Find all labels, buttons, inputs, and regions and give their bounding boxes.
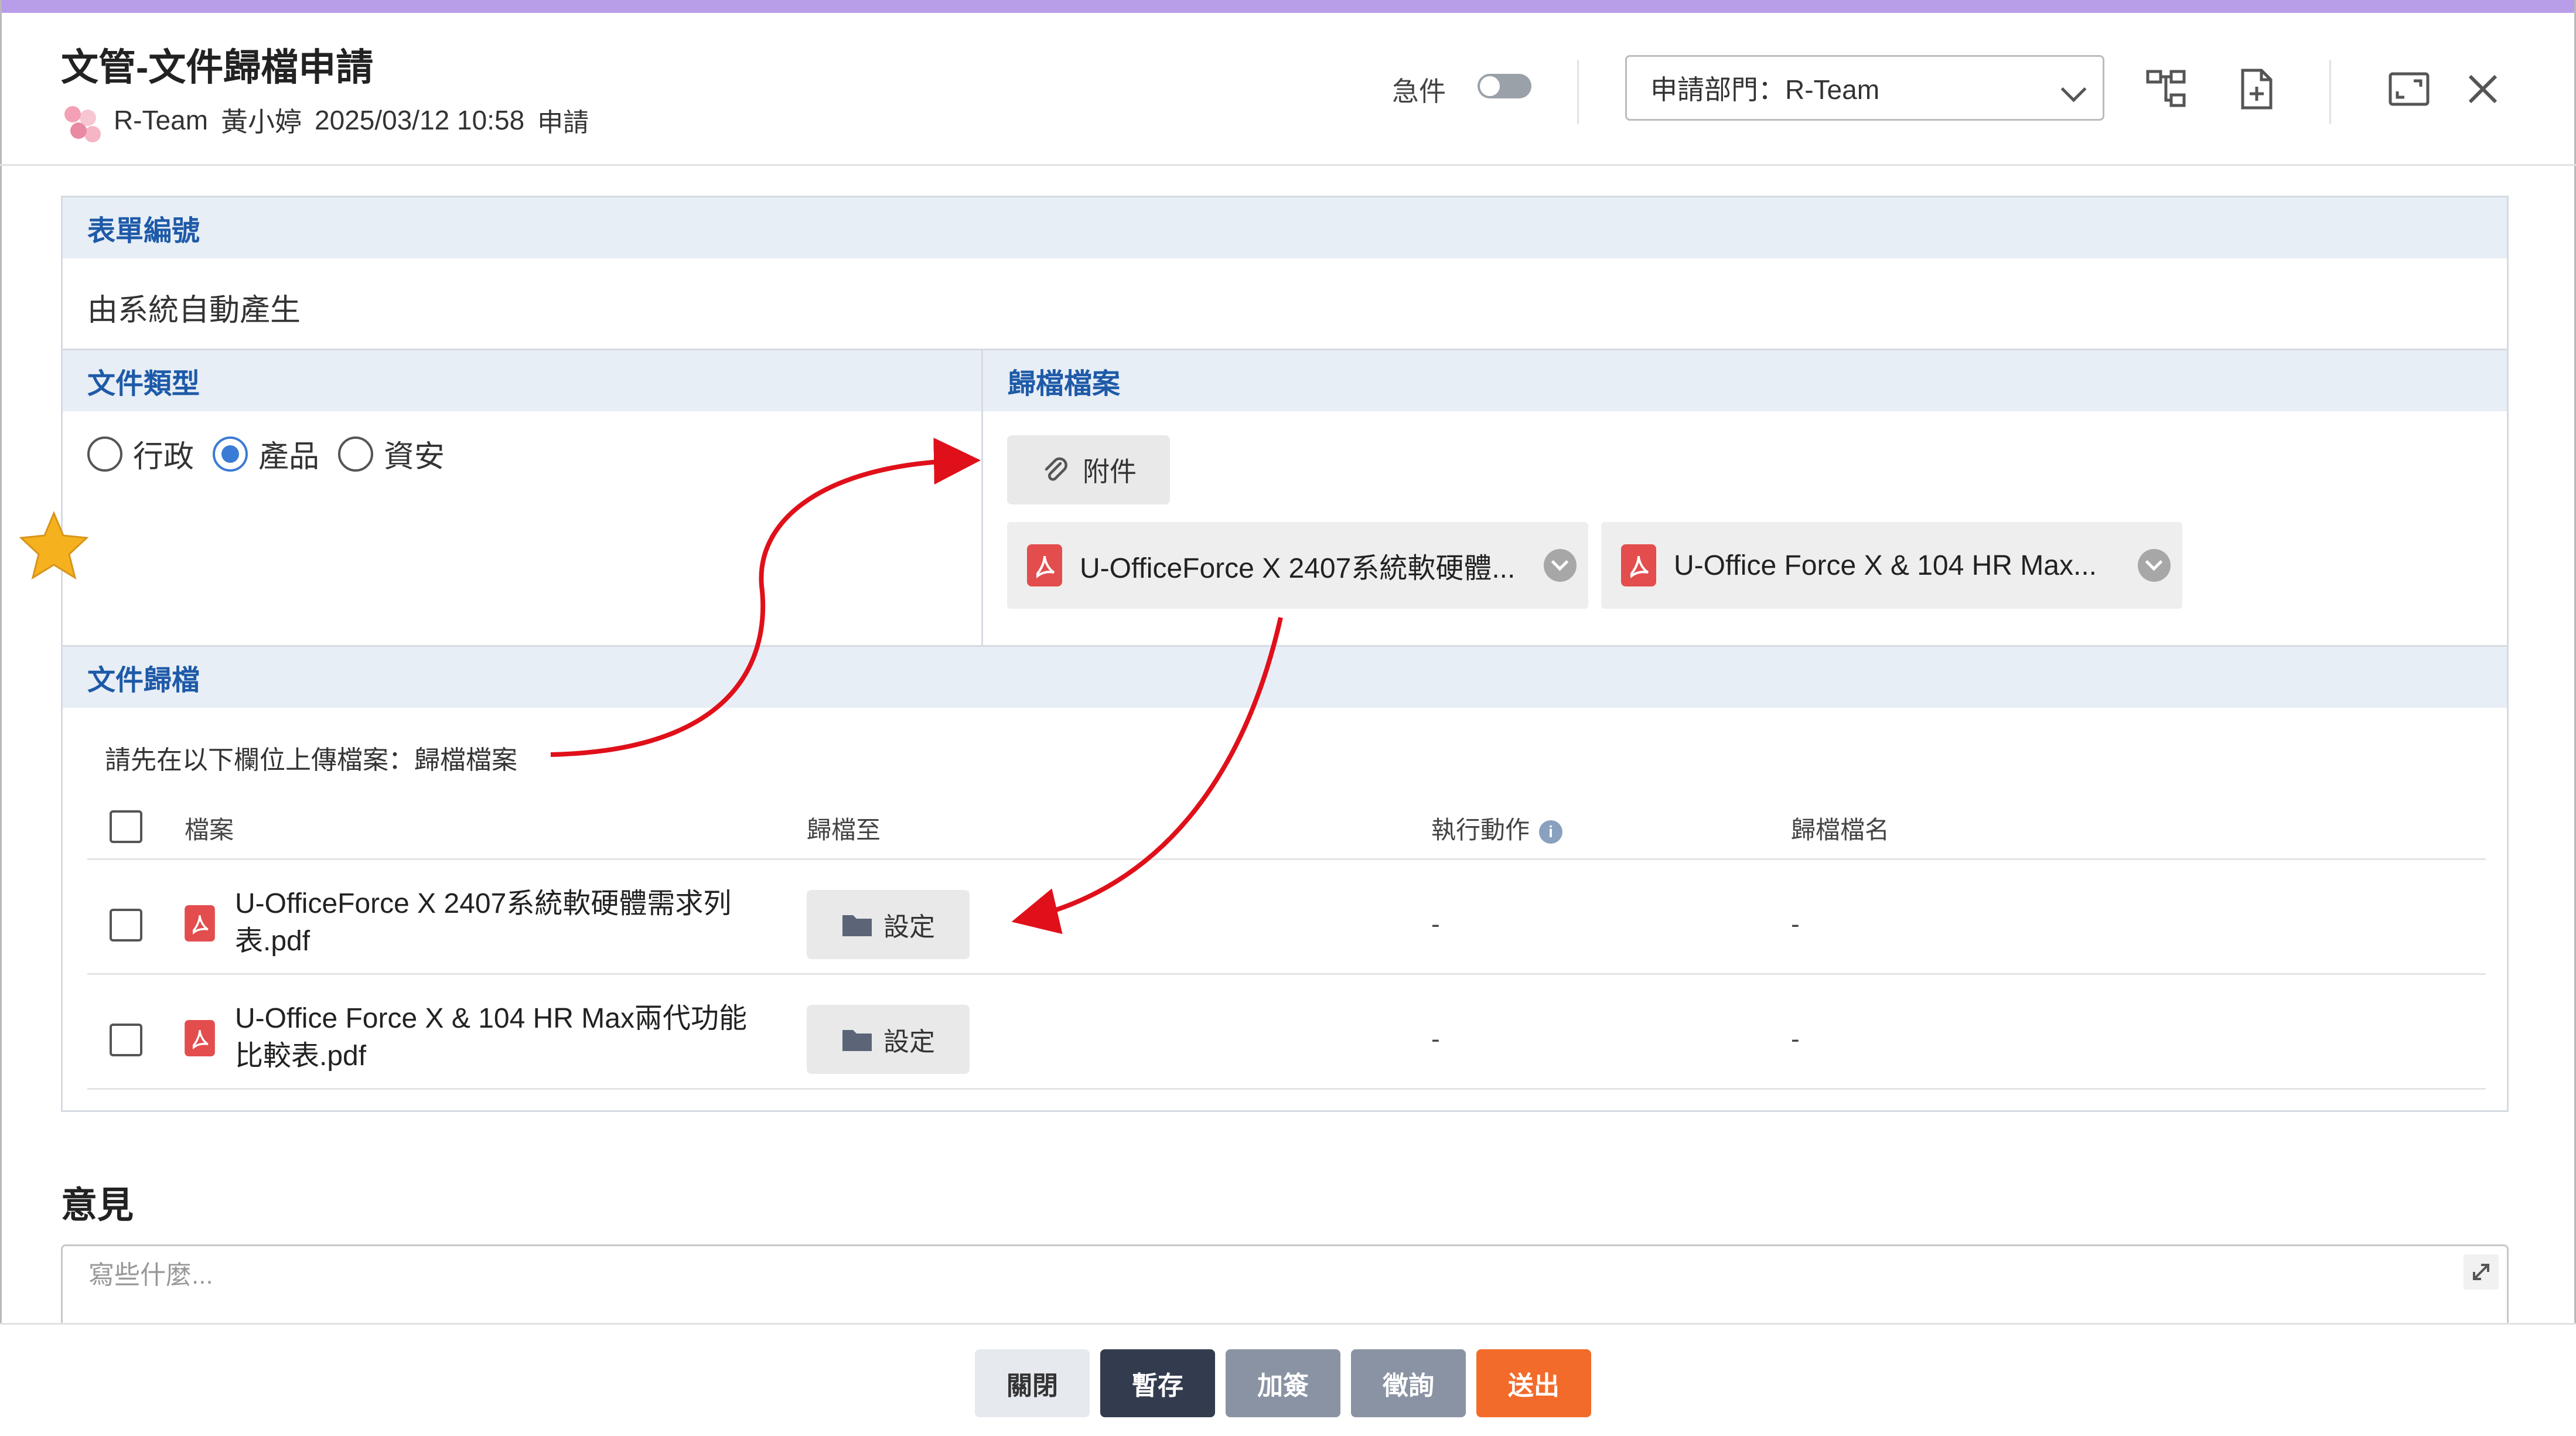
submit-button[interactable]: 送出 [1476, 1349, 1591, 1417]
close-button[interactable]: 關閉 [975, 1349, 1090, 1417]
opinion-box [61, 1244, 2509, 1326]
add-sign-button[interactable]: 加簽 [1226, 1349, 1340, 1417]
annotation-arrows [550, 438, 1283, 934]
opinion-title: 意見 [61, 1185, 134, 1226]
arrow-hint-to-attach [550, 438, 981, 757]
save-draft-button[interactable]: 暫存 [1100, 1349, 1215, 1417]
expand-icon[interactable] [2464, 1254, 2499, 1290]
arrow-chip-to-set [1011, 617, 1283, 934]
footer: 關閉 暫存 加簽 徵詢 送出 [0, 1323, 2576, 1436]
consult-button[interactable]: 徵詢 [1351, 1349, 1466, 1417]
opinion-input[interactable] [87, 1260, 2374, 1291]
